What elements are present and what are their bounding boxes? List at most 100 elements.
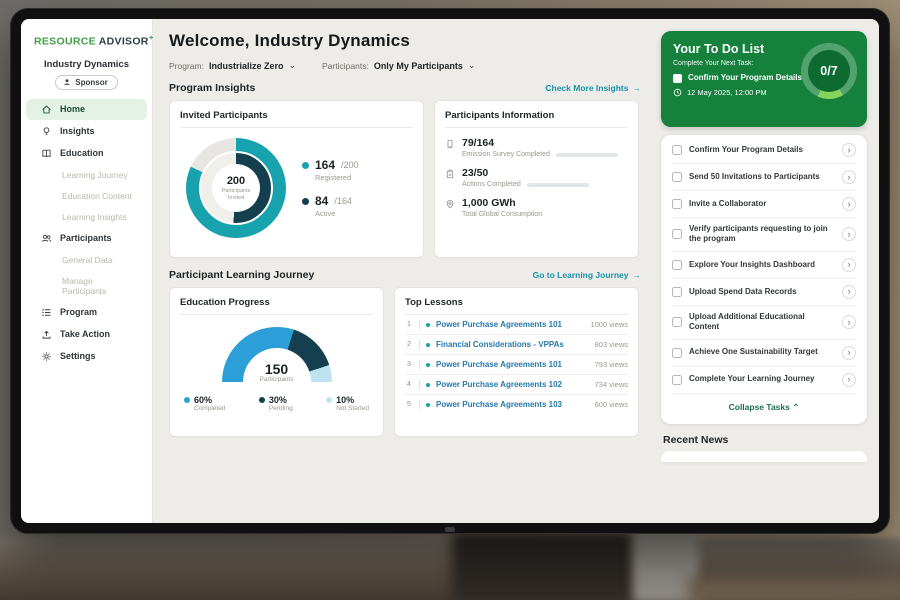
- background-corner: [688, 576, 900, 600]
- lesson-row[interactable]: 3 Power Purchase Agreements 101 793 view…: [405, 355, 628, 375]
- task-row[interactable]: Upload Additional Educational Content ›: [672, 306, 856, 340]
- go-to-learning-journey-link[interactable]: Go to Learning Journey →: [533, 270, 641, 280]
- participants-select[interactable]: Participants: Only My Participants ⌄: [322, 60, 475, 71]
- sidebar-item-education-content[interactable]: Education Content: [26, 186, 147, 206]
- program-select[interactable]: Program: Industrialize Zero ⌄: [169, 60, 296, 71]
- invited-legend: 164/200 Registered 84/164 Active: [302, 158, 359, 218]
- recent-news-title: Recent News: [663, 434, 867, 446]
- chevron-right-icon[interactable]: ›: [842, 197, 856, 211]
- chevron-right-icon[interactable]: ›: [842, 227, 856, 241]
- checkbox-icon[interactable]: [672, 317, 682, 327]
- card-title: Top Lessons: [405, 297, 628, 315]
- lesson-link[interactable]: Power Purchase Agreements 102: [436, 380, 589, 389]
- lesson-link[interactable]: Financial Considerations - VPPAs: [436, 340, 589, 349]
- sidebar-item-settings[interactable]: Settings: [26, 346, 147, 367]
- learning-journey-header: Participant Learning Journey Go to Learn…: [169, 269, 641, 281]
- lesson-row[interactable]: 5 Power Purchase Agreements 103 600 view…: [405, 395, 628, 414]
- program-label: Program:: [169, 61, 204, 71]
- lesson-row[interactable]: 2 Financial Considerations - VPPAs 803 v…: [405, 335, 628, 355]
- checkbox-icon[interactable]: [672, 199, 682, 209]
- chevron-right-icon[interactable]: ›: [842, 170, 856, 184]
- education-gauge-chart: 150 Participants: [222, 327, 332, 383]
- checkbox-icon[interactable]: [672, 145, 682, 155]
- sidebar-item-education[interactable]: Education: [26, 143, 147, 164]
- participants-information-card: Participants Information 79/164 Emission…: [434, 100, 639, 258]
- task-row[interactable]: Upload Spend Data Records ›: [672, 279, 856, 306]
- legend-dot: [302, 162, 309, 169]
- checkbox-icon[interactable]: [672, 172, 682, 182]
- sidebar-item-label: Take Action: [60, 329, 110, 339]
- sidebar-item-general-data[interactable]: General Data: [26, 250, 147, 270]
- task-row[interactable]: Invite a Collaborator ›: [672, 191, 856, 218]
- legend-item-not-started: 10% Not Started: [326, 395, 369, 412]
- sidebar-item-learning-journey[interactable]: Learning Journey: [26, 165, 147, 185]
- sidebar-item-take-action[interactable]: Take Action: [26, 324, 147, 345]
- bullet-icon: [426, 403, 430, 407]
- chevron-right-icon[interactable]: ›: [842, 285, 856, 299]
- main-content: Welcome, Industry Dynamics Program: Indu…: [153, 19, 653, 523]
- pin-icon: [445, 199, 455, 209]
- todo-column: Your To Do List Complete Your Next Task:…: [653, 19, 879, 523]
- sidebar-item-label: Home: [60, 104, 85, 114]
- collapse-tasks-button[interactable]: Collapse Tasks ⌃: [672, 394, 856, 422]
- chevron-right-icon[interactable]: ›: [842, 346, 856, 360]
- task-row[interactable]: Complete Your Learning Journey ›: [672, 367, 856, 394]
- lesson-row[interactable]: 1 Power Purchase Agreements 101 1000 vie…: [405, 315, 628, 335]
- chevron-right-icon[interactable]: ›: [842, 373, 856, 387]
- checkbox-icon[interactable]: [672, 348, 682, 358]
- chevron-right-icon[interactable]: ›: [842, 258, 856, 272]
- legend-item-registered: 164/200 Registered: [302, 158, 359, 182]
- sidebar-item-manage-participants[interactable]: Manage Participants: [26, 271, 147, 301]
- bullet-icon: [426, 323, 430, 327]
- education-progress-card: Education Progress 150 Participants 60: [169, 287, 384, 437]
- program-insights-header: Program Insights Check More Insights →: [169, 82, 641, 94]
- monitor-logo: [445, 527, 455, 532]
- lesson-link[interactable]: Power Purchase Agreements 101: [436, 320, 584, 329]
- app-logo: RESOURCE ADVISOR+: [21, 31, 152, 56]
- legend-item-pending: 30% Pending: [259, 395, 293, 412]
- check-more-insights-link[interactable]: Check More Insights →: [545, 83, 641, 93]
- lesson-link[interactable]: Power Purchase Agreements 101: [436, 360, 589, 369]
- sponsor-badge: Sponsor: [55, 75, 117, 90]
- brand-primary: RESOURCE: [34, 36, 96, 48]
- person-icon: [63, 78, 71, 86]
- invited-participants-card: Invited Participants 200 Participants In…: [169, 100, 424, 258]
- invited-donut-chart: 200 Participants Invited: [186, 138, 286, 238]
- task-row[interactable]: Send 50 Invitations to Participants ›: [672, 164, 856, 191]
- sidebar-item-home[interactable]: Home: [26, 99, 147, 120]
- chevron-right-icon[interactable]: ›: [842, 315, 856, 329]
- checkbox-icon[interactable]: [673, 74, 682, 83]
- filter-bar: Program: Industrialize Zero ⌄ Participan…: [169, 60, 641, 71]
- task-row[interactable]: Confirm Your Program Details ›: [672, 137, 856, 164]
- sidebar-item-learning-insights[interactable]: Learning Insights: [26, 207, 147, 227]
- lesson-link[interactable]: Power Purchase Agreements 103: [436, 400, 589, 409]
- scene: RESOURCE ADVISOR+ Industry Dynamics Spon…: [0, 0, 900, 600]
- checkbox-icon[interactable]: [672, 229, 682, 239]
- todo-tasks-card: Confirm Your Program Details › Send 50 I…: [661, 135, 867, 424]
- sidebar-item-program[interactable]: Program: [26, 302, 147, 323]
- checkbox-icon[interactable]: [672, 375, 682, 385]
- org-name: Industry Dynamics: [21, 59, 152, 70]
- checkbox-icon[interactable]: [672, 287, 682, 297]
- chevron-right-icon[interactable]: ›: [842, 143, 856, 157]
- sidebar-item-participants[interactable]: Participants: [26, 228, 147, 249]
- next-task[interactable]: Confirm Your Program Details: [673, 73, 805, 83]
- bullet-icon: [426, 363, 430, 367]
- monitor-bezel: RESOURCE ADVISOR+ Industry Dynamics Spon…: [10, 8, 890, 534]
- task-row[interactable]: Achieve One Sustainability Target ›: [672, 340, 856, 367]
- checkbox-icon[interactable]: [672, 260, 682, 270]
- task-row[interactable]: Explore Your Insights Dashboard ›: [672, 252, 856, 279]
- sidebar-item-insights[interactable]: Insights: [26, 121, 147, 142]
- sidebar-nav: Home Insights Education Learning Journey: [21, 99, 152, 367]
- participants-value: Only My Participants: [374, 61, 463, 71]
- arrow-right-icon: →: [633, 270, 642, 280]
- legend-dot: [259, 397, 265, 403]
- people-icon: [41, 233, 52, 244]
- invited-donut-center: 200 Participants Invited: [212, 164, 260, 212]
- clipboard-icon: [445, 169, 455, 179]
- lesson-row[interactable]: 4 Power Purchase Agreements 102 734 view…: [405, 375, 628, 395]
- page-title: Welcome, Industry Dynamics: [169, 31, 641, 51]
- task-row[interactable]: Verify participants requesting to join t…: [672, 218, 856, 252]
- legend-dot: [302, 198, 309, 205]
- sidebar-item-label: Manage Participants: [62, 276, 139, 296]
